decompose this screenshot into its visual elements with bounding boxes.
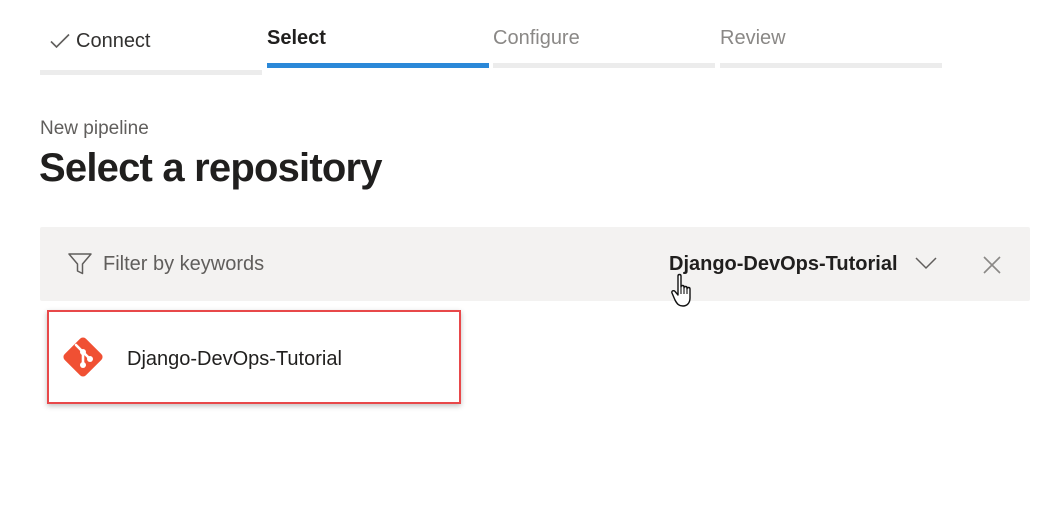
tab-connect[interactable]: Connect — [40, 0, 262, 75]
close-icon[interactable] — [982, 255, 1002, 275]
check-icon — [50, 33, 70, 49]
git-icon — [63, 337, 103, 377]
filter-bar: Django-DevOps-Tutorial — [40, 227, 1030, 301]
tab-configure-label: Configure — [493, 27, 580, 49]
repository-name: Django-DevOps-Tutorial — [127, 348, 342, 370]
tab-configure-progress-bar — [493, 63, 715, 68]
filter-icon — [68, 253, 92, 275]
tab-review-label: Review — [720, 27, 786, 49]
tab-configure[interactable]: Configure — [493, 0, 715, 72]
filter-input[interactable] — [103, 249, 523, 279]
wizard-steps: Connect Select Configure Review — [40, 0, 944, 75]
tab-connect-label: Connect — [76, 30, 151, 52]
tab-review[interactable]: Review — [720, 0, 942, 72]
tab-review-progress-bar — [720, 63, 942, 68]
chevron-down-icon[interactable] — [915, 256, 937, 270]
tab-select-label: Select — [267, 27, 326, 49]
repository-dropdown-label: Django-DevOps-Tutorial — [669, 253, 898, 275]
tab-select-progress-bar — [267, 63, 489, 68]
tab-connect-progress-bar — [40, 70, 262, 75]
page-subtitle: New pipeline — [40, 118, 149, 139]
page-title: Select a repository — [39, 146, 383, 190]
repository-list-item[interactable]: Django-DevOps-Tutorial — [47, 310, 461, 404]
tab-select[interactable]: Select — [267, 0, 489, 72]
